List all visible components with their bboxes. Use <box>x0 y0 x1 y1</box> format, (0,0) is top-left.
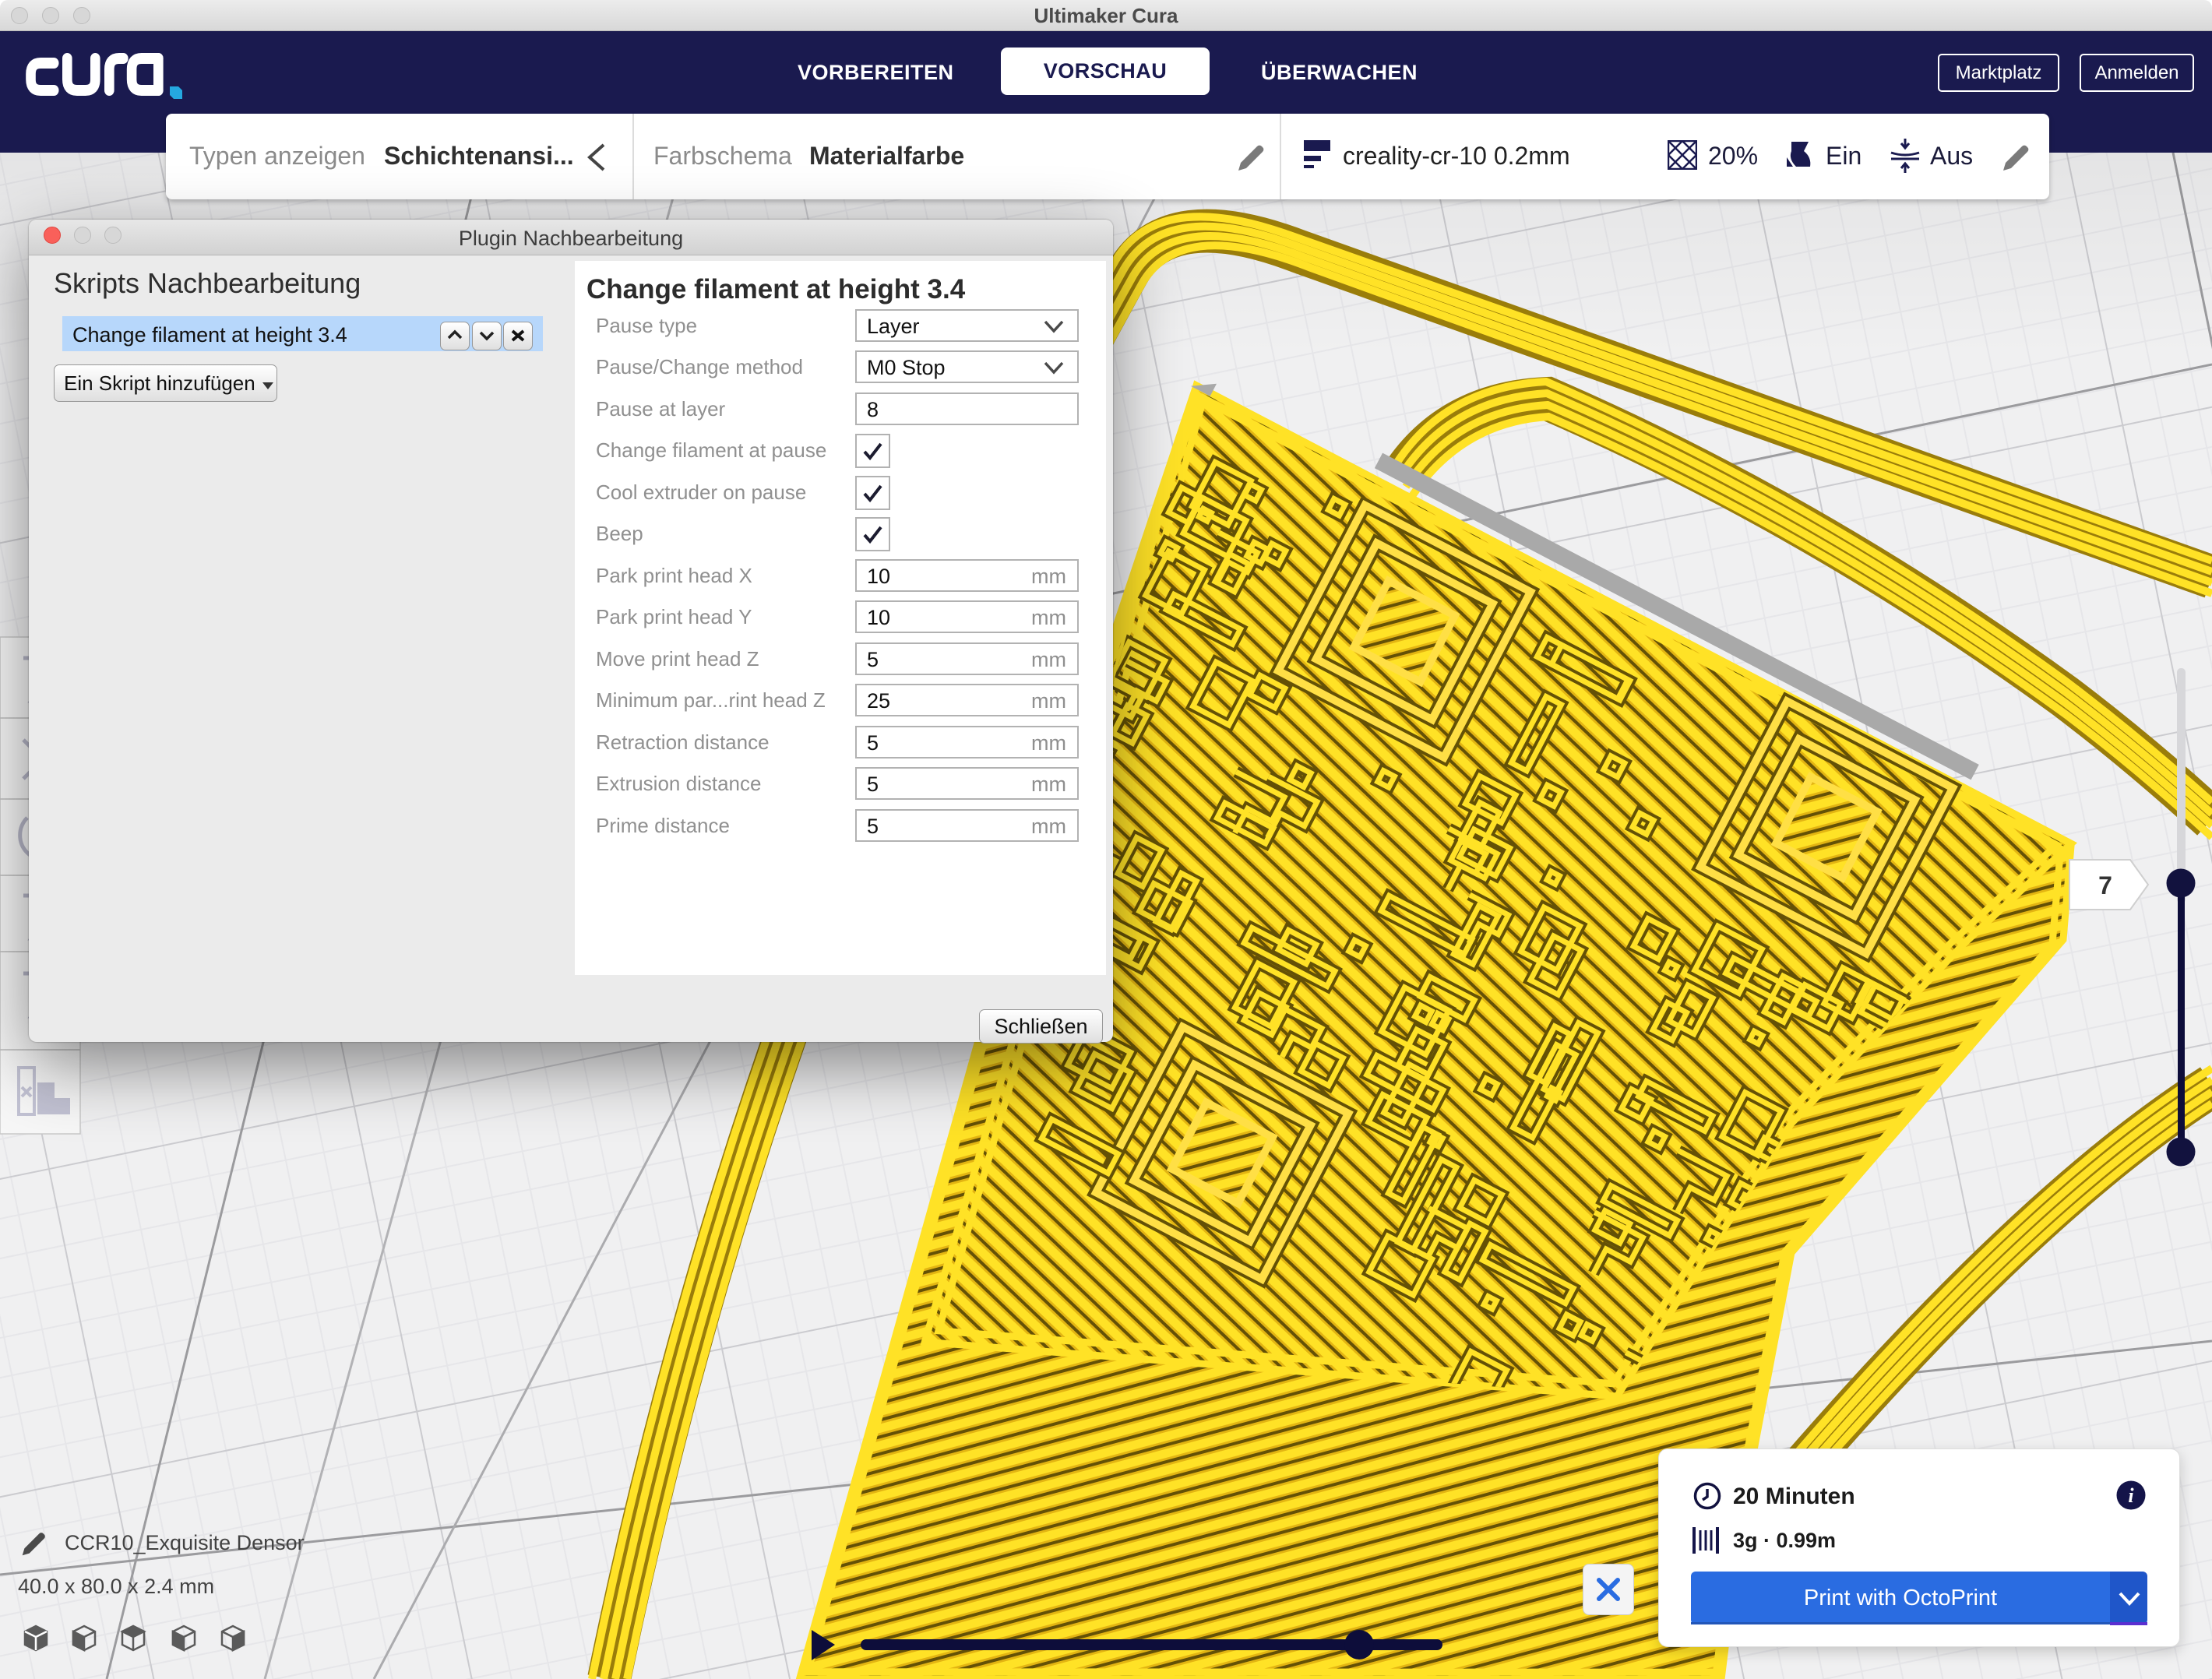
svg-text:7: 7 <box>2098 871 2112 899</box>
svg-text:i: i <box>2128 1484 2134 1507</box>
